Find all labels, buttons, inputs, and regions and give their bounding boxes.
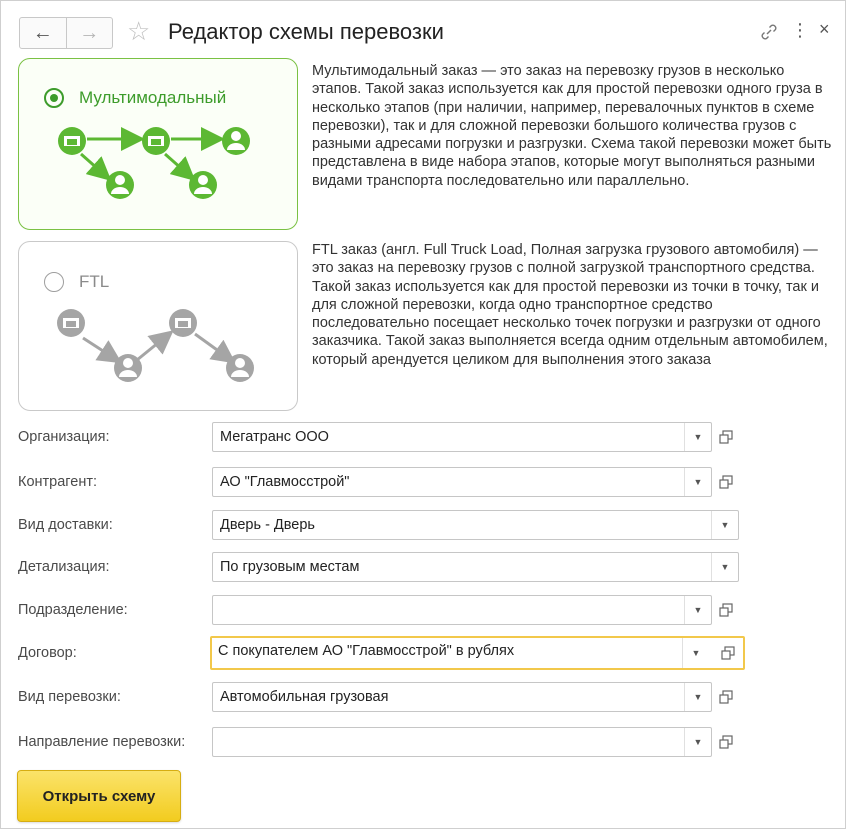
- star-icon[interactable]: ☆: [127, 16, 150, 46]
- transport-direction-label: Направление перевозки:: [18, 734, 186, 750]
- recipient-icon: [222, 127, 250, 155]
- chevron-down-icon: ▼: [720, 562, 730, 572]
- detailing-value: По грузовым местам: [220, 559, 360, 575]
- delivery-type-value: Дверь - Дверь: [220, 517, 315, 533]
- link-icon[interactable]: [759, 22, 779, 42]
- scheme-editor-window: ← → ☆ Редактор схемы перевозки ⋮ × Мульт…: [0, 0, 846, 829]
- department-open-button[interactable]: [713, 596, 739, 624]
- counterparty-label: Контрагент:: [18, 474, 97, 490]
- delivery-type-field[interactable]: Дверь - Дверь ▼: [212, 510, 739, 540]
- chevron-down-icon: ▼: [693, 605, 703, 615]
- more-vertical-icon[interactable]: ⋮: [791, 19, 809, 41]
- detailing-label: Детализация:: [18, 559, 110, 575]
- department-field[interactable]: ▼: [212, 595, 712, 625]
- delivery-type-dropdown-button[interactable]: ▼: [711, 511, 738, 539]
- organization-label: Организация:: [18, 429, 110, 445]
- recipient-icon: [106, 171, 134, 199]
- close-icon[interactable]: ×: [819, 18, 830, 40]
- multimodal-scheme-icon: [58, 127, 250, 199]
- transport-direction-dropdown-button[interactable]: ▼: [684, 728, 711, 756]
- department-dropdown-button[interactable]: ▼: [684, 596, 711, 624]
- arrow-right-icon: →: [79, 21, 100, 44]
- chevron-down-icon: ▼: [691, 648, 701, 658]
- recipient-icon: [189, 171, 217, 199]
- form-row-delivery-type: Вид доставки: Дверь - Дверь ▼: [1, 510, 845, 542]
- title-bar: ← → ☆ Редактор схемы перевозки ⋮ ×: [1, 1, 845, 55]
- warehouse-icon: [57, 309, 85, 337]
- contract-label: Договор:: [18, 645, 77, 661]
- open-window-icon: [719, 475, 733, 489]
- open-window-icon: [719, 690, 733, 704]
- forward-button[interactable]: →: [65, 18, 113, 48]
- transport-type-value: Автомобильная грузовая: [220, 689, 389, 705]
- recipient-icon: [226, 354, 254, 382]
- open-window-icon: [719, 603, 733, 617]
- open-window-icon: [721, 646, 735, 660]
- form-row-transport-direction: Направление перевозки: ▼: [1, 727, 845, 759]
- form-row-department: Подразделение: ▼: [1, 595, 845, 627]
- transport-direction-field[interactable]: ▼: [212, 727, 712, 757]
- form-row-counterparty: Контрагент: АО "Главмосстрой" ▼: [1, 467, 845, 499]
- department-label: Подразделение:: [18, 602, 128, 618]
- chevron-down-icon: ▼: [693, 737, 703, 747]
- open-window-icon: [719, 735, 733, 749]
- multimodal-description: Мультимодальный заказ — это заказ на пер…: [312, 63, 832, 189]
- back-button[interactable]: ←: [20, 18, 66, 48]
- form-row-contract: Договор: С покупателем АО "Главмосстрой"…: [1, 636, 845, 670]
- option-card-multimodal[interactable]: Мультимодальный: [18, 58, 298, 230]
- detailing-dropdown-button[interactable]: ▼: [711, 553, 738, 581]
- counterparty-dropdown-button[interactable]: ▼: [684, 468, 711, 496]
- chevron-down-icon: ▼: [720, 520, 730, 530]
- recipient-icon: [114, 354, 142, 382]
- transport-type-dropdown-button[interactable]: ▼: [684, 683, 711, 711]
- form-row-transport-type: Вид перевозки: Автомобильная грузовая ▼: [1, 682, 845, 714]
- organization-value: Мегатранс ООО: [220, 429, 329, 445]
- window-title: Редактор схемы перевозки: [168, 19, 444, 44]
- counterparty-value: АО "Главмосстрой": [220, 474, 350, 490]
- ftl-description: FTL заказ (англ. Full Truck Load, Полная…: [312, 242, 828, 368]
- transport-direction-open-button[interactable]: [713, 728, 739, 756]
- contract-value: С покупателем АО "Главмосстрой" в рублях: [218, 643, 515, 659]
- form-row-organization: Организация: Мегатранс ООО ▼: [1, 422, 845, 454]
- chevron-down-icon: ▼: [693, 432, 703, 442]
- form-row-detailing: Детализация: По грузовым местам ▼: [1, 552, 845, 584]
- counterparty-field[interactable]: АО "Главмосстрой" ▼: [212, 467, 712, 497]
- ftl-scheme-icon: [57, 309, 254, 382]
- open-scheme-button[interactable]: Открыть схему: [17, 770, 181, 822]
- chevron-down-icon: ▼: [693, 692, 703, 702]
- warehouse-icon: [58, 127, 86, 155]
- contract-field[interactable]: С покупателем АО "Главмосстрой" в рублях…: [210, 636, 745, 670]
- open-window-icon: [719, 430, 733, 444]
- contract-dropdown-button[interactable]: ▼: [682, 638, 709, 668]
- option-card-ftl[interactable]: FTL: [18, 241, 298, 411]
- organization-field[interactable]: Мегатранс ООО ▼: [212, 422, 712, 452]
- transport-type-open-button[interactable]: [713, 683, 739, 711]
- arrow-left-icon: ←: [32, 21, 53, 44]
- transport-type-label: Вид перевозки:: [18, 689, 121, 705]
- organization-open-button[interactable]: [713, 423, 739, 451]
- warehouse-icon: [169, 309, 197, 337]
- navigation-buttons: ← →: [19, 17, 113, 49]
- detailing-field[interactable]: По грузовым местам ▼: [212, 552, 739, 582]
- warehouse-icon: [142, 127, 170, 155]
- chevron-down-icon: ▼: [693, 477, 703, 487]
- counterparty-open-button[interactable]: [713, 468, 739, 496]
- delivery-type-label: Вид доставки:: [18, 517, 113, 533]
- organization-dropdown-button[interactable]: ▼: [684, 423, 711, 451]
- contract-open-button[interactable]: [715, 639, 741, 667]
- transport-type-field[interactable]: Автомобильная грузовая ▼: [212, 682, 712, 712]
